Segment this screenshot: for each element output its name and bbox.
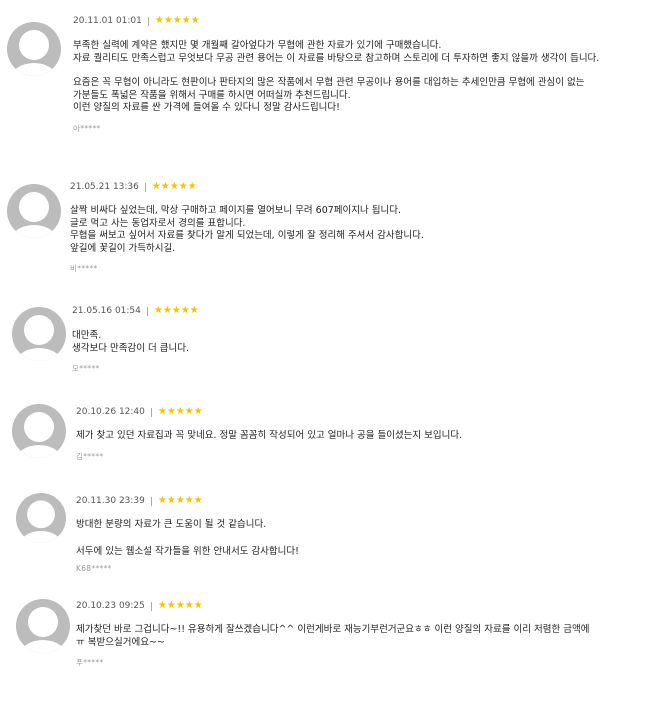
review-meta: 20.11.30 23:39 ★★★★★ (76, 494, 652, 508)
avatar (16, 493, 66, 543)
review-line: 글로 먹고 사는 동업자로서 경의를 표합니다. (70, 217, 246, 229)
meta-divider (147, 16, 149, 26)
review-text: 방대한 분량의 자료가 큰 도움이 될 것 같습니다. 서두에 있는 웹소설 작… (76, 519, 652, 558)
review-list: 20.11.01 01:01 ★★★★★ 부족한 실력에 계약은 했지만 몇 개… (0, 0, 652, 725)
review-line: 이런 양질의 자료를 싼 가격에 들여올 수 있다니 정말 감사드립니다! (73, 102, 340, 113)
star-rating-icon: ★★★★★ (157, 406, 203, 417)
review-date: 20.10.26 12:40 (76, 407, 145, 417)
review-text: 부족한 실력에 계약은 했지만 몇 개월째 갈아엎다가 무협에 관한 자료가 있… (73, 40, 652, 115)
review-body: 20.11.01 01:01 ★★★★★ 부족한 실력에 계약은 했지만 몇 개… (73, 14, 652, 134)
review-body: 21.05.16 01:54 ★★★★★ 대만족. 생각보다 만족감이 더 큽니… (72, 304, 652, 374)
review-date: 20.11.01 01:01 (73, 16, 142, 26)
review-line: 요즘은 꼭 무협이 아니라도 현판이나 판타지의 많은 작품에서 무협 관련 무… (73, 77, 585, 88)
review-author: 비***** (70, 264, 98, 273)
review-date: 21.05.16 01:54 (72, 306, 141, 316)
default-user-icon (10, 30, 58, 76)
review-line: 대만족. (72, 330, 102, 341)
review-author: 푸***** (76, 658, 104, 667)
review-text: 제가찾던 바로 그겁니다~!! 유용하게 잘쓰겠습니다^^ 이런게바로 재능기부… (76, 624, 652, 649)
review-line: 부족한 실력에 계약은 했지만 몇 개월째 갈아엎다가 무협에 관한 자료가 있… (73, 40, 442, 51)
review-line: 앞길에 꽃길이 가득하시길. (70, 242, 176, 254)
avatar (12, 404, 66, 458)
review-author: 아***** (73, 123, 101, 133)
meta-divider (144, 182, 146, 192)
meta-divider (150, 496, 152, 506)
review-line: ㅠ 복받으실거에요~~ (76, 636, 165, 648)
review-meta: 21.05.16 01:54 ★★★★★ (72, 304, 652, 318)
review-line: 가분들도 폭넓은 작품을 위해서 구매를 하시면 어떠실까 추천드립니다. (73, 89, 351, 101)
review-meta: 20.10.26 12:40 ★★★★★ (76, 405, 652, 419)
star-rating-icon: ★★★★★ (154, 15, 200, 26)
review-text: 살짝 비싸다 싶었는데, 막상 구매하고 페이지를 열어보니 무려 607페이지… (70, 205, 652, 255)
review-date: 20.11.30 23:39 (76, 496, 145, 506)
default-user-icon (19, 607, 67, 653)
review-date: 21.05.21 13:36 (70, 182, 139, 192)
avatar (16, 599, 70, 653)
avatar (7, 22, 61, 76)
default-user-icon (15, 315, 63, 361)
review-body: 21.05.21 13:36 ★★★★★ 살짝 비싸다 싶었는데, 막상 구매하… (70, 180, 652, 274)
star-rating-icon: ★★★★★ (153, 305, 199, 316)
review-date: 20.10.23 09:25 (76, 601, 145, 611)
review-author: 김***** (76, 451, 104, 461)
default-user-icon (10, 192, 58, 238)
review-text: 대만족. 생각보다 만족감이 더 큽니다. (72, 330, 652, 355)
meta-divider (150, 407, 152, 417)
review-author: 모***** (72, 364, 100, 373)
review-body: 20.10.23 09:25 ★★★★★ 제가찾던 바로 그겁니다~!! 유용하… (76, 599, 652, 668)
meta-divider (150, 601, 152, 611)
review-meta: 20.11.01 01:01 ★★★★★ (73, 14, 652, 28)
review-line: 제가 찾고 있던 자료집과 꼭 맞네요. 정말 꼼꼼히 작성되어 있고 얼마나 … (76, 430, 463, 441)
star-rating-icon: ★★★★★ (151, 181, 197, 192)
review-line: 서두에 있는 웹소설 작가들을 위한 안내서도 감사합니다! (76, 545, 299, 557)
review-line: 살짝 비싸다 싶었는데, 막상 구매하고 페이지를 열어보니 무려 607페이지… (70, 205, 402, 216)
default-user-icon (15, 412, 63, 458)
avatar (7, 184, 61, 238)
review-line: 자료 퀄리티도 만족스럽고 무엇보다 무공 관련 용어는 이 자료를 바탕으로 … (73, 52, 600, 64)
review-author: K68***** (76, 564, 112, 573)
star-rating-icon: ★★★★★ (157, 600, 203, 611)
default-user-icon (19, 500, 63, 543)
review-line: 방대한 분량의 자료가 큰 도움이 될 것 같습니다. (76, 519, 267, 530)
review-meta: 20.10.23 09:25 ★★★★★ (76, 599, 652, 613)
review-meta: 21.05.21 13:36 ★★★★★ (70, 180, 652, 194)
avatar (12, 307, 66, 361)
review-body: 20.10.26 12:40 ★★★★★ 제가 찾고 있던 자료집과 꼭 맞네요… (76, 405, 652, 462)
meta-divider (146, 306, 148, 316)
review-line: 제가찾던 바로 그겁니다~!! 유용하게 잘쓰겠습니다^^ 이런게바로 재능기부… (76, 624, 590, 635)
review-text: 제가 찾고 있던 자료집과 꼭 맞네요. 정말 꼼꼼히 작성되어 있고 얼마나 … (76, 430, 652, 443)
review-line: 무협을 써보고 싶어서 자료를 찾다가 알게 되었는데, 이렇게 잘 정리해 주… (70, 230, 424, 241)
review-body: 20.11.30 23:39 ★★★★★ 방대한 분량의 자료가 큰 도움이 될… (76, 494, 652, 573)
review-line: 생각보다 만족감이 더 큽니다. (72, 342, 189, 354)
star-rating-icon: ★★★★★ (157, 495, 203, 506)
